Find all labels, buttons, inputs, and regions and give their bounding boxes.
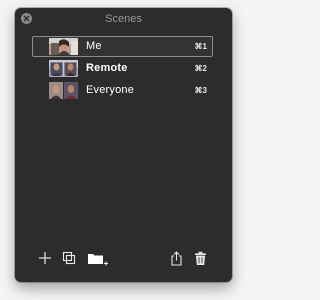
window-title: Scenes xyxy=(105,13,142,25)
scene-name: Remote xyxy=(86,62,128,74)
delete-scene-button[interactable] xyxy=(194,251,207,266)
scene-name: Everyone xyxy=(86,84,135,96)
scene-list: Me ⌘1 Remote ⌘2 Everyone ⌘3 xyxy=(15,36,232,102)
scene-shortcut: ⌘3 xyxy=(194,86,207,95)
duplicate-icon xyxy=(62,251,76,265)
scene-thumbnail xyxy=(49,38,78,55)
share-button[interactable] xyxy=(170,251,183,266)
scene-thumbnail xyxy=(49,60,78,77)
scene-row-remote[interactable]: Remote ⌘2 xyxy=(15,58,232,80)
title-bar[interactable]: Scenes xyxy=(15,8,232,30)
scenes-panel: Scenes Me ⌘1 Remote ⌘2 Everyone ⌘3 xyxy=(15,8,232,282)
trash-icon xyxy=(195,251,206,265)
scene-shortcut: ⌘1 xyxy=(194,42,207,51)
scene-shortcut: ⌘2 xyxy=(194,64,207,73)
scene-row-everyone[interactable]: Everyone ⌘3 xyxy=(15,80,232,102)
scene-thumbnail xyxy=(49,82,78,99)
bottom-toolbar xyxy=(15,242,232,282)
add-scene-button[interactable] xyxy=(38,251,52,265)
new-folder-button[interactable] xyxy=(87,252,109,266)
plus-icon xyxy=(39,252,51,264)
share-icon xyxy=(171,251,182,266)
new-folder-icon xyxy=(88,254,108,266)
scene-row-me[interactable]: Me ⌘1 xyxy=(15,36,232,58)
scene-name: Me xyxy=(86,40,102,52)
duplicate-scene-button[interactable] xyxy=(62,251,76,265)
